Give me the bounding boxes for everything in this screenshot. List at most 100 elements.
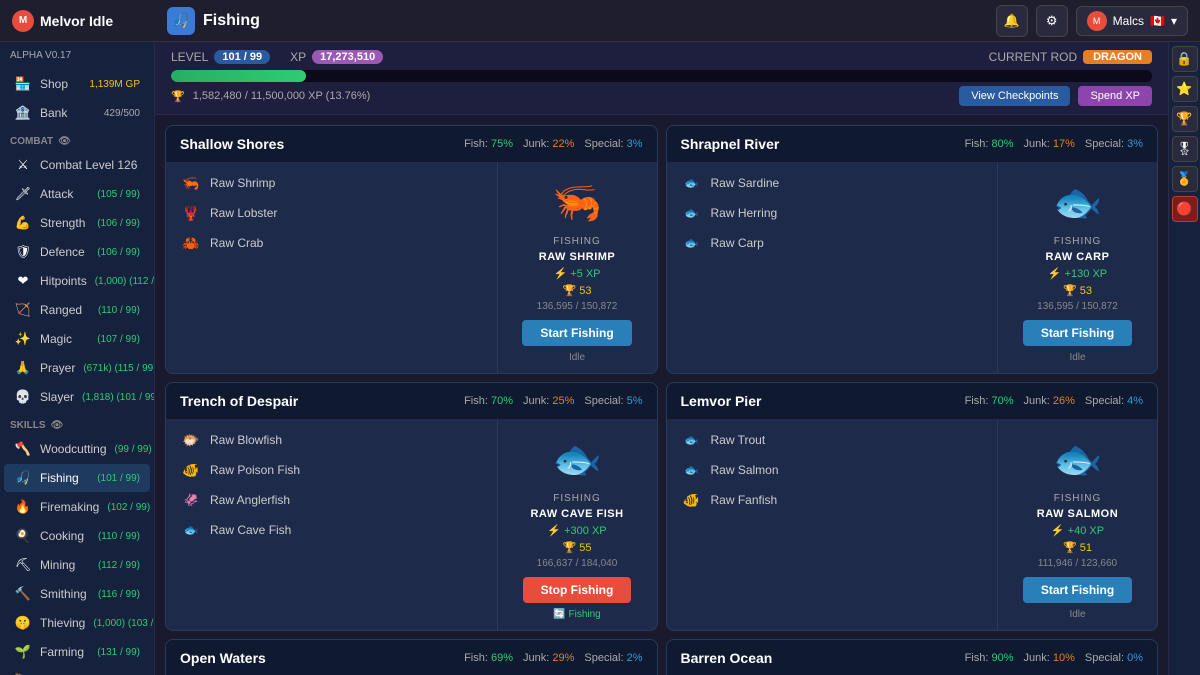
fish-name: Raw Shrimp: [210, 176, 275, 190]
right-panel-star-button[interactable]: ⭐: [1172, 76, 1198, 102]
areas-grid: Shallow Shores Fish: 75% Junk: 22% Speci…: [155, 115, 1168, 675]
fishing-levels: (101 / 99): [97, 473, 140, 484]
area-action-lemvor: 🐟 FISHING RAW SALMON ⚡ +40 XP 🏆 51 111,9…: [997, 419, 1157, 630]
stop-fishing-button-trench[interactable]: Stop Fishing: [523, 577, 632, 603]
area-fish-stat: Fish: 70%: [464, 395, 513, 407]
start-fishing-button-shallow[interactable]: Start Fishing: [522, 320, 631, 346]
right-panel-red-button[interactable]: 🔴: [1172, 196, 1198, 222]
right-panel-medal-button[interactable]: 🎖: [1172, 136, 1198, 162]
eye-icon: 👁: [58, 136, 71, 147]
list-item: 🦞 Raw Lobster: [180, 202, 483, 224]
shop-label: Shop: [40, 77, 81, 91]
sidebar-item-mining[interactable]: ⛏ Mining (112 / 99): [4, 551, 150, 579]
fish-name: Raw Fanfish: [711, 493, 778, 507]
carp-icon: 🐟: [681, 232, 703, 254]
area-card-barren-ocean: Barren Ocean Fish: 90% Junk: 10% Special…: [666, 639, 1159, 675]
area-body-shrapnel-river: 🐟 Raw Sardine 🐟 Raw Herring 🐟 Raw Carp: [667, 162, 1158, 373]
spend-xp-button[interactable]: Spend XP: [1078, 86, 1152, 106]
hitpoints-icon: ❤: [14, 272, 32, 290]
sidebar-item-combat-level[interactable]: ⚔ Combat Level 126: [4, 151, 150, 179]
fishing-progress: 111,946 / 123,660: [1038, 558, 1117, 569]
area-special-stat: Special: 2%: [584, 652, 642, 664]
fishing-label: Fishing: [40, 471, 89, 485]
sidebar-item-firemaking[interactable]: 🔥 Firemaking (102 / 99): [4, 493, 150, 521]
user-flag: 🇨🇦: [1150, 14, 1165, 28]
topbar-right: 🔔 ⚙ M Malcs 🇨🇦 ▾: [996, 5, 1188, 37]
xp-value: 17,273,510: [312, 50, 383, 64]
mining-levels: (112 / 99): [98, 560, 140, 571]
sidebar-item-woodcutting[interactable]: 🪓 Woodcutting (99 / 99): [4, 435, 150, 463]
sidebar-item-farming[interactable]: 🌱 Farming (131 / 99): [4, 638, 150, 666]
settings-button[interactable]: ⚙: [1036, 5, 1068, 37]
list-item: 🐠 Raw Poison Fish: [180, 459, 483, 481]
area-name-trench: Trench of Despair: [180, 393, 298, 409]
sidebar-item-thieving[interactable]: 🤫 Thieving (1,000) (103 / 99): [4, 609, 150, 637]
combat-section-label: COMBAT 👁: [0, 128, 154, 150]
sidebar-item-ranged[interactable]: 🏹 Ranged (110 / 99): [4, 296, 150, 324]
sidebar-item-magic[interactable]: ✨ Magic (107 / 99): [4, 325, 150, 353]
list-item: 🐟 Raw Cave Fish: [180, 519, 483, 541]
level-label: LEVEL: [171, 50, 208, 64]
sidebar-item-fletching[interactable]: 🪶 Fletching (122 / 99): [4, 667, 150, 675]
poison-fish-icon: 🐠: [180, 459, 202, 481]
area-status-lemvor: Idle: [1069, 609, 1085, 620]
cooking-icon: 🍳: [14, 527, 32, 545]
area-name-shallow-shores: Shallow Shores: [180, 136, 284, 152]
level-stat: LEVEL 101 / 99: [171, 50, 270, 64]
trench-big-icon: 🐟: [547, 429, 607, 489]
fishing-label: FISHING: [553, 493, 601, 504]
sidebar-item-smithing[interactable]: 🔨 Smithing (116 / 99): [4, 580, 150, 608]
fish-list-trench: 🐡 Raw Blowfish 🐠 Raw Poison Fish 🦑 Raw A…: [166, 419, 497, 630]
sidebar-item-hitpoints[interactable]: ❤ Hitpoints (1,000) (112 / 99): [4, 267, 150, 295]
start-fishing-button-shrapnel[interactable]: Start Fishing: [1023, 320, 1132, 346]
right-panel-badge-button[interactable]: 🏅: [1172, 166, 1198, 192]
hitpoints-label: Hitpoints: [40, 274, 87, 288]
sidebar-item-shop[interactable]: 🏪 Shop 1,139M GP: [4, 70, 150, 98]
view-checkpoints-button[interactable]: View Checkpoints: [959, 86, 1070, 106]
firemaking-icon: 🔥: [14, 498, 32, 516]
sidebar-item-defence[interactable]: 🛡 Defence (106 / 99): [4, 238, 150, 266]
fishing-label: FISHING: [1054, 236, 1102, 247]
sidebar-item-cooking[interactable]: 🍳 Cooking (110 / 99): [4, 522, 150, 550]
list-item: 🐟 Raw Carp: [681, 232, 984, 254]
main-content: LEVEL 101 / 99 XP 17,273,510 CURRENT ROD…: [155, 42, 1168, 675]
area-junk-stat: Junk: 17%: [1024, 138, 1075, 150]
fishing-trophy: 🏆 53: [563, 284, 592, 297]
fish-name: Raw Poison Fish: [210, 463, 300, 477]
fishing-item-name: RAW CARP: [1046, 251, 1110, 263]
cooking-levels: (110 / 99): [98, 531, 140, 542]
app-logo: M Melvor Idle: [12, 10, 167, 32]
sidebar-item-attack[interactable]: 🗡 Attack (105 / 99): [4, 180, 150, 208]
sidebar-item-slayer[interactable]: 💀 Slayer (1,818) (101 / 99): [4, 383, 150, 411]
area-junk-stat: Junk: 29%: [523, 652, 574, 664]
sidebar-item-fishing[interactable]: 🎣 Fishing (101 / 99): [4, 464, 150, 492]
anglerfish-icon: 🦑: [180, 489, 202, 511]
area-junk-stat: Junk: 22%: [523, 138, 574, 150]
farming-levels: (131 / 99): [97, 647, 140, 658]
rod-stat: CURRENT ROD DRAGON: [989, 50, 1152, 64]
combat-level-label: Combat Level 126: [40, 158, 140, 172]
avatar: M: [1087, 11, 1107, 31]
area-action-shallow-shores: 🦐 FISHING RAW SHRIMP ⚡ +5 XP 🏆 53 136,59…: [497, 162, 657, 373]
cave-fish-icon: 🐟: [180, 519, 202, 541]
notification-button[interactable]: 🔔: [996, 5, 1028, 37]
area-card-trench: Trench of Despair Fish: 70% Junk: 25% Sp…: [165, 382, 658, 631]
shrimp-icon: 🦐: [180, 172, 202, 194]
progress-trophy-icon: 🏆: [171, 90, 185, 103]
level-value: 101 / 99: [214, 50, 270, 64]
area-special-stat: Special: 0%: [1085, 652, 1143, 664]
right-panel-lock-button[interactable]: 🔒: [1172, 46, 1198, 72]
sidebar-item-strength[interactable]: 💪 Strength (106 / 99): [4, 209, 150, 237]
fish-name: Raw Cave Fish: [210, 523, 291, 537]
area-status-shallow: Idle: [569, 352, 585, 363]
username: Malcs: [1113, 14, 1144, 28]
right-panel-trophy-button[interactable]: 🏆: [1172, 106, 1198, 132]
smithing-levels: (116 / 99): [98, 589, 140, 600]
start-fishing-button-lemvor[interactable]: Start Fishing: [1023, 577, 1132, 603]
fishing-xp: ⚡ +5 XP: [553, 267, 600, 280]
bank-slots: 429/500: [104, 108, 140, 119]
area-card-lemvor: Lemvor Pier Fish: 70% Junk: 26% Special:…: [666, 382, 1159, 631]
sidebar-item-bank[interactable]: 🏦 Bank 429/500: [4, 99, 150, 127]
user-menu[interactable]: M Malcs 🇨🇦 ▾: [1076, 6, 1188, 36]
sidebar-item-prayer[interactable]: 🙏 Prayer (671k) (115 / 99): [4, 354, 150, 382]
